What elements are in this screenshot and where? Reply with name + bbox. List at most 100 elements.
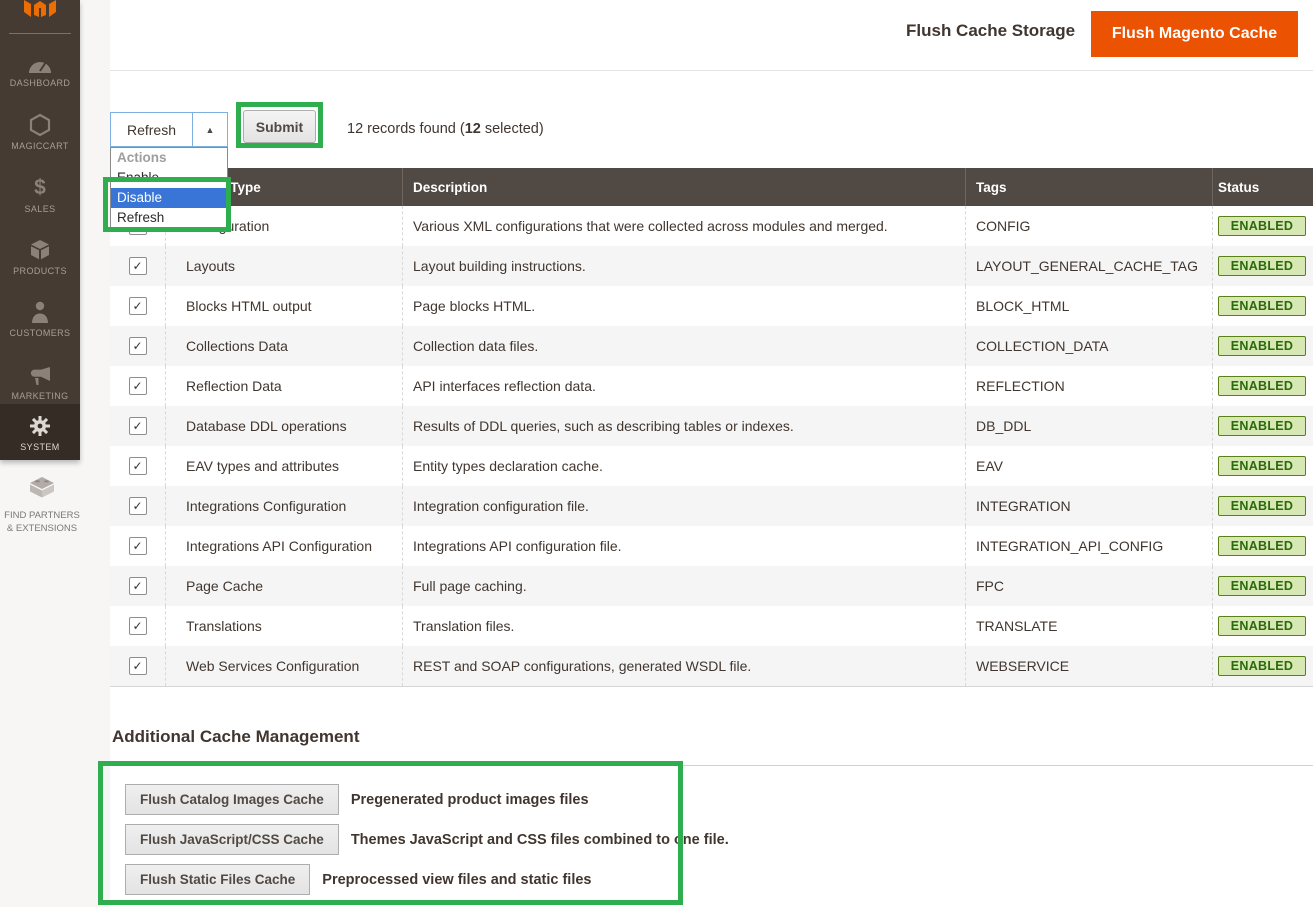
sidebar-item-label: SALES (0, 204, 80, 214)
checkmark-icon: ✓ (132, 260, 142, 272)
description-cell: Entity types declaration cache. (403, 446, 966, 486)
sidebar-item-marketing[interactable]: MARKETING (0, 361, 80, 401)
row-checkbox[interactable]: ✓ (129, 377, 147, 395)
checkmark-icon: ✓ (132, 620, 142, 632)
sidebar-divider (9, 33, 71, 34)
cache-management-page: DASHBOARD MAGICCART $ SALES PRODUCTS CUS… (0, 0, 1315, 907)
checkmark-icon: ✓ (132, 380, 142, 392)
table-row: ✓ Blocks HTML output Page blocks HTML. B… (110, 286, 1313, 326)
description-cell: Translation files. (403, 606, 966, 646)
checkmark-icon: ✓ (132, 660, 142, 672)
row-checkbox[interactable]: ✓ (129, 257, 147, 275)
mass-action-dropdown: Actions Enable Disable Refresh (110, 147, 228, 229)
cache-type-cell: Blocks HTML output (166, 286, 403, 326)
flush-magento-cache-button[interactable]: Flush Magento Cache (1091, 11, 1298, 57)
description-cell: Collection data files. (403, 326, 966, 366)
mass-action-selected-value: Refresh (111, 113, 192, 146)
tags-cell: FPC (966, 566, 1213, 606)
header-status[interactable]: Status (1213, 168, 1313, 206)
description-cell: Full page caching. (403, 566, 966, 606)
sidebar-item-label: MAGICCART (0, 141, 80, 151)
table-row: ✓ Configuration Various XML configuratio… (110, 206, 1313, 246)
cache-action-description: Themes JavaScript and CSS files combined… (351, 832, 729, 848)
tags-cell: LAYOUT_GENERAL_CACHE_TAG (966, 246, 1213, 286)
checkmark-icon: ✓ (132, 300, 142, 312)
tags-cell: COLLECTION_DATA (966, 326, 1213, 366)
cache-type-cell: Collections Data (166, 326, 403, 366)
checkmark-icon: ✓ (132, 500, 142, 512)
tags-cell: EAV (966, 446, 1213, 486)
tags-cell: CONFIG (966, 206, 1213, 246)
cache-type-cell: Translations (166, 606, 403, 646)
description-cell: Integrations API configuration file. (403, 526, 966, 566)
tags-cell: BLOCK_HTML (966, 286, 1213, 326)
sidebar-item-find-partners[interactable]: FIND PARTNERS & EXTENSIONS (0, 472, 84, 535)
checkmark-icon: ✓ (132, 580, 142, 592)
dropdown-option-enable[interactable]: Enable (111, 168, 227, 188)
sidebar-item-label: PRODUCTS (0, 266, 80, 276)
table-row: ✓ Translations Translation files. TRANSL… (110, 606, 1313, 646)
mass-action-select[interactable]: Refresh ▲ (110, 112, 228, 147)
tags-cell: INTEGRATION_API_CONFIG (966, 526, 1213, 566)
sidebar-item-sales[interactable]: $ SALES (0, 174, 80, 214)
row-checkbox[interactable]: ✓ (129, 417, 147, 435)
cache-type-cell: Integrations Configuration (166, 486, 403, 526)
sidebar-item-label: CUSTOMERS (0, 328, 80, 338)
status-badge: ENABLED (1218, 616, 1306, 636)
row-checkbox[interactable]: ✓ (129, 337, 147, 355)
row-checkbox[interactable]: ✓ (129, 537, 147, 555)
row-checkbox[interactable]: ✓ (129, 657, 147, 675)
gear-icon (0, 412, 80, 438)
sidebar-item-dashboard[interactable]: DASHBOARD (0, 48, 80, 88)
table-row: ✓ Page Cache Full page caching. FPC ENAB… (110, 566, 1313, 606)
row-checkbox[interactable]: ✓ (129, 497, 147, 515)
sidebar-item-label: MARKETING (0, 391, 80, 401)
flush-js-css-button[interactable]: Flush JavaScript/CSS Cache (125, 824, 339, 855)
row-checkbox[interactable]: ✓ (129, 577, 147, 595)
header-tags[interactable]: Tags (966, 168, 1213, 206)
submit-button[interactable]: Submit (243, 110, 316, 143)
description-cell: REST and SOAP configurations, generated … (403, 646, 966, 686)
dollar-icon: $ (0, 174, 80, 200)
magento-logo-icon[interactable] (20, 0, 60, 17)
table-row: ✓ EAV types and attributes Entity types … (110, 446, 1313, 486)
row-checkbox[interactable]: ✓ (129, 617, 147, 635)
dropdown-group-actions: Actions (111, 148, 227, 168)
cache-action-row: Flush Static Files Cache Preprocessed vi… (125, 864, 729, 895)
status-badge: ENABLED (1218, 536, 1306, 556)
grid-header-row: Cache Type Description Tags Status (110, 168, 1313, 206)
records-count-text: 12 records found (12 selected) (347, 121, 544, 137)
cache-type-cell: Page Cache (166, 566, 403, 606)
header-description[interactable]: Description (403, 168, 966, 206)
tags-cell: WEBSERVICE (966, 646, 1213, 686)
tags-cell: TRANSLATE (966, 606, 1213, 646)
cache-grid: Cache Type Description Tags Status ✓ Con… (110, 168, 1313, 687)
box-icon (0, 236, 80, 262)
select-open-indicator[interactable]: ▲ (192, 113, 227, 146)
dropdown-option-refresh[interactable]: Refresh (111, 208, 227, 228)
description-cell: Layout building instructions. (403, 246, 966, 286)
status-badge: ENABLED (1218, 656, 1306, 676)
megaphone-icon (0, 361, 80, 387)
row-checkbox[interactable]: ✓ (129, 457, 147, 475)
admin-sidebar: DASHBOARD MAGICCART $ SALES PRODUCTS CUS… (0, 0, 80, 460)
flush-static-files-button[interactable]: Flush Static Files Cache (125, 864, 310, 895)
table-row: ✓ Layouts Layout building instructions. … (110, 246, 1313, 286)
cache-action-row: Flush Catalog Images Cache Pregenerated … (125, 784, 729, 815)
sidebar-item-magiccart[interactable]: MAGICCART (0, 111, 80, 151)
checkmark-icon: ✓ (132, 340, 142, 352)
flush-cache-storage-button[interactable]: Flush Cache Storage (900, 20, 1081, 42)
description-cell: Various XML configurations that were col… (403, 206, 966, 246)
cache-action-row: Flush JavaScript/CSS Cache Themes JavaSc… (125, 824, 729, 855)
sidebar-item-system[interactable]: SYSTEM (0, 404, 80, 460)
gauge-icon (0, 48, 80, 74)
dropdown-option-disable[interactable]: Disable (111, 188, 227, 208)
cache-type-cell: Reflection Data (166, 366, 403, 406)
cache-action-description: Pregenerated product images files (351, 792, 589, 808)
section-divider (110, 765, 1313, 766)
sidebar-item-customers[interactable]: CUSTOMERS (0, 298, 80, 338)
flush-catalog-images-button[interactable]: Flush Catalog Images Cache (125, 784, 339, 815)
sidebar-item-products[interactable]: PRODUCTS (0, 236, 80, 276)
cache-type-cell: Integrations API Configuration (166, 526, 403, 566)
row-checkbox[interactable]: ✓ (129, 297, 147, 315)
